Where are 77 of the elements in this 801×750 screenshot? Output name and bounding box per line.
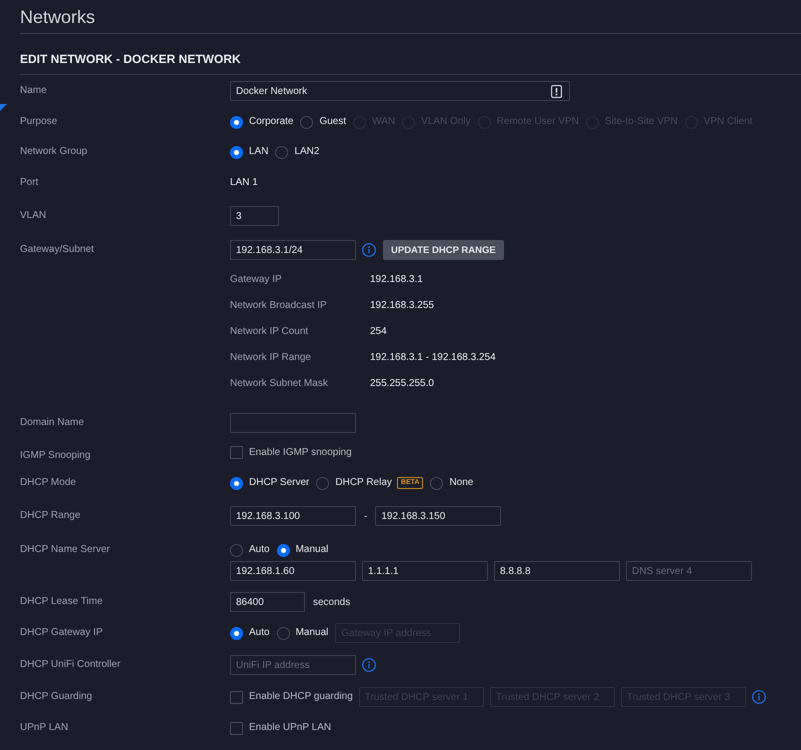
radio-button[interactable] (230, 116, 243, 128)
field-label: Purpose (20, 116, 58, 128)
detail-value: 255.255.255.0 (370, 378, 434, 390)
dns-server-field[interactable]: 8.8.8.8 (494, 561, 620, 581)
checkbox-label[interactable]: Enable IGMP snooping (249, 446, 352, 458)
checkbox-label[interactable]: Enable DHCP guarding (249, 691, 353, 703)
lease-time-field[interactable]: 86400 (230, 592, 305, 612)
name-field[interactable]: Docker Network (230, 81, 570, 101)
exclamation-box-icon[interactable] (551, 85, 562, 98)
radio-label[interactable]: Manual (296, 544, 328, 556)
dhcp-range-end-field[interactable]: 192.168.3.150 (375, 506, 502, 526)
detail-value: 192.168.3.255 (370, 300, 434, 312)
dns-server-field[interactable]: 192.168.1.60 (230, 561, 356, 581)
radio-label[interactable]: Corporate (249, 116, 294, 128)
detail-label: Network IP Count (230, 326, 308, 338)
field-label: DHCP Lease Time (20, 596, 103, 608)
field-label: Network Group (20, 146, 88, 158)
field-label: Port (20, 177, 38, 189)
radio-button[interactable] (276, 626, 290, 640)
radio-button[interactable] (275, 146, 288, 158)
gateway-subnet-field[interactable]: 192.168.3.1/24 (230, 240, 356, 260)
field-label: Name (20, 85, 47, 97)
checkbox[interactable] (230, 446, 243, 459)
info-icon[interactable] (362, 243, 376, 257)
radio-label[interactable]: Auto (249, 627, 270, 639)
info-icon[interactable] (752, 690, 766, 704)
detail-value: 192.168.3.1 (370, 274, 423, 286)
dns-server-field[interactable]: DNS server 4 (626, 561, 752, 581)
radio-button[interactable] (300, 116, 314, 128)
detail-value: 192.168.3.1 - 192.168.3.254 (370, 352, 496, 364)
field-label: VLAN (20, 210, 46, 222)
update-dhcp-range-button[interactable]: UPDATE DHCP RANGE (383, 240, 504, 260)
detail-label: Network Subnet Mask (230, 378, 328, 390)
detail-value: 254 (370, 326, 387, 338)
dns-server-field[interactable]: 1.1.1.1 (362, 561, 488, 581)
radio-label[interactable]: Manual (296, 627, 328, 639)
unit-label: seconds (313, 596, 350, 608)
field-label: Gateway/Subnet (20, 244, 94, 256)
radio-button[interactable] (230, 146, 243, 158)
radio-button[interactable] (230, 476, 243, 490)
info-icon[interactable] (362, 658, 376, 672)
port-value: LAN 1 (230, 177, 258, 189)
range-separator: - (364, 510, 368, 522)
field-label: DHCP Gateway IP (20, 627, 103, 639)
field-label: DHCP Mode (20, 477, 76, 489)
detail-label: Gateway IP (230, 274, 282, 286)
checkbox-label[interactable]: Enable UPnP LAN (249, 722, 332, 734)
radio-label[interactable]: LAN (249, 146, 268, 158)
field-label: Domain Name (20, 417, 84, 429)
checkbox[interactable] (230, 722, 243, 734)
detail-label: Network IP Range (230, 352, 311, 364)
domain-name-field[interactable] (230, 413, 356, 433)
detail-label: Network Broadcast IP (230, 300, 327, 312)
field-label: DHCP UniFi Controller (20, 659, 120, 671)
radio-button[interactable] (276, 544, 290, 556)
checkbox[interactable] (230, 690, 243, 704)
vlan-field[interactable]: 3 (230, 206, 279, 226)
radio-label[interactable]: DHCP Relay (335, 477, 392, 489)
radio-button[interactable] (316, 476, 330, 490)
radio-label[interactable]: LAN2 (294, 146, 320, 158)
field-label: DHCP Range (20, 510, 80, 522)
field-label: UPnP LAN (20, 722, 68, 734)
radio-button[interactable] (230, 626, 243, 640)
field-label: DHCP Name Server (20, 544, 110, 556)
page-title: Networks (20, 6, 96, 28)
unifi-ip-field[interactable]: UniFi IP address (230, 655, 356, 675)
radio-button[interactable] (230, 544, 243, 556)
field-label: IGMP Snooping (20, 450, 90, 462)
radio-label[interactable]: Auto (249, 544, 270, 556)
radio-button[interactable] (430, 476, 444, 490)
dhcp-range-start-field[interactable]: 192.168.3.100 (230, 506, 356, 526)
radio-label[interactable]: DHCP Server (249, 477, 310, 489)
corner-triangle-icon (0, 104, 7, 111)
radio-label[interactable]: None (449, 477, 474, 489)
field-label: DHCP Guarding (20, 691, 92, 703)
section-title: EDIT NETWORK - DOCKER NETWORK (20, 52, 241, 66)
radio-label[interactable]: Guest (319, 116, 346, 128)
